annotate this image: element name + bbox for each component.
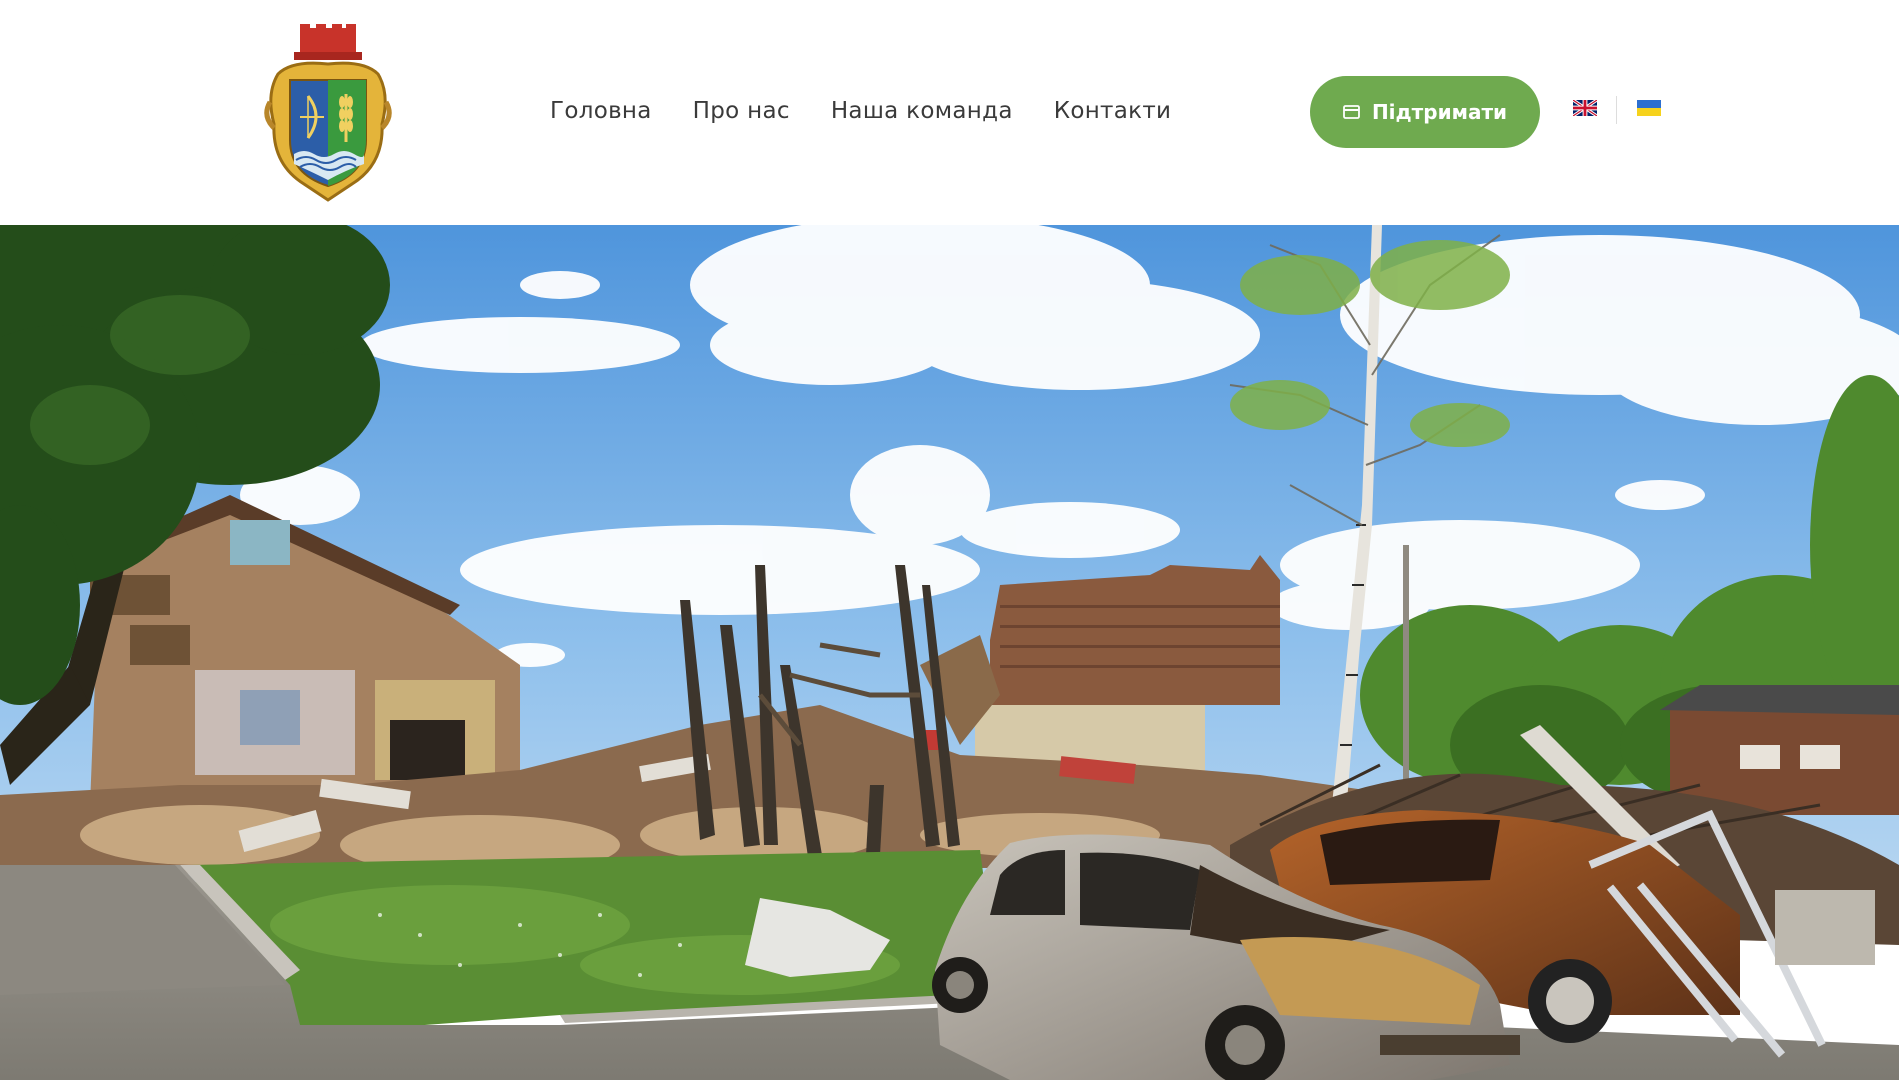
coat-of-arms-icon[interactable] xyxy=(264,24,392,202)
nav-item-team[interactable]: Наша команда xyxy=(831,98,1013,124)
nav-item-home[interactable]: Головна xyxy=(550,98,652,124)
site-header: Головна Про нас Наша команда Контакти Пі… xyxy=(0,0,1899,225)
main-nav: Головна Про нас Наша команда Контакти xyxy=(550,93,1171,129)
support-button-label: Підтримати xyxy=(1371,100,1508,124)
support-button[interactable]: Підтримати xyxy=(1310,76,1540,148)
uk-flag-icon[interactable] xyxy=(1572,98,1598,118)
hero-image xyxy=(0,225,1899,1080)
nav-item-contacts[interactable]: Контакти xyxy=(1054,98,1172,124)
nav-item-about[interactable]: Про нас xyxy=(693,98,790,124)
destroyed-buildings-and-burnt-cars-photo xyxy=(0,225,1899,1080)
credit-card-icon xyxy=(1343,105,1360,119)
language-divider xyxy=(1616,96,1617,124)
ukraine-flag-icon[interactable] xyxy=(1637,100,1661,116)
